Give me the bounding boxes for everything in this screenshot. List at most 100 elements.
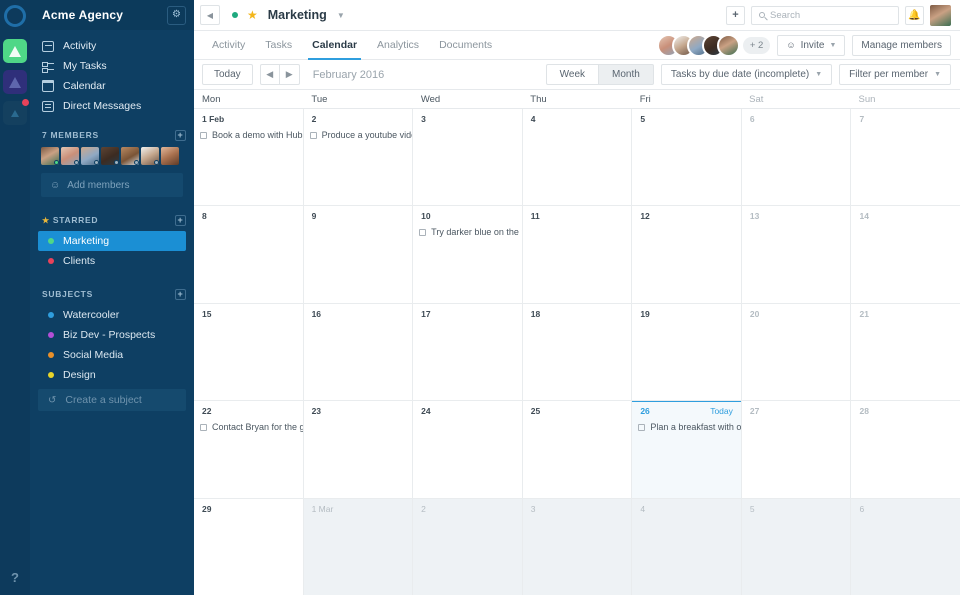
task-checkbox[interactable] [419, 228, 427, 236]
sidebar-item-design[interactable]: Design [38, 365, 186, 385]
tab-tasks[interactable]: Tasks [255, 31, 302, 59]
calendar-day-cell[interactable]: 14 [851, 206, 960, 302]
view-month-button[interactable]: Month [599, 64, 654, 85]
avatar[interactable] [141, 147, 159, 165]
calendar-day-cell[interactable]: 1 Mar [303, 498, 414, 595]
calendar-task-item[interactable]: Contact Bryan for the greetin [194, 422, 303, 432]
workspace-icon-purple[interactable] [3, 70, 27, 94]
calendar-day-cell[interactable]: 18 [523, 303, 633, 401]
avatar[interactable] [930, 4, 951, 26]
calendar-day-cell[interactable]: 11 [523, 206, 633, 303]
prev-month-button[interactable]: ◀ [259, 64, 280, 85]
calendar-day-cell[interactable]: 6 [851, 498, 960, 595]
back-button[interactable]: ◀ [200, 5, 220, 25]
sidebar-item-watercooler[interactable]: Watercooler [38, 305, 186, 325]
tab-calendar[interactable]: Calendar [302, 31, 367, 60]
calendar-day-cell[interactable]: 25 [523, 401, 633, 498]
add-members-button[interactable]: ☺ Add members [41, 173, 183, 197]
avatar[interactable] [101, 147, 119, 165]
member-avatar-stack[interactable]: + 2 [656, 33, 771, 57]
calendar-day-cell[interactable]: 24 [413, 401, 523, 498]
avatar-overflow-count[interactable]: + 2 [742, 36, 771, 54]
task-checkbox[interactable] [638, 423, 646, 431]
task-checkbox[interactable] [309, 131, 317, 139]
task-checkbox[interactable] [200, 131, 207, 139]
calendar-task-item[interactable]: Book a demo with Hubspot [194, 130, 303, 140]
tab-activity[interactable]: Activity [202, 31, 255, 59]
calendar-day-cell[interactable]: 12 [632, 206, 742, 303]
today-button[interactable]: Today [202, 64, 253, 85]
calendar-day-cell[interactable]: 16 [304, 303, 414, 401]
manage-members-button[interactable]: Manage members [852, 34, 951, 56]
help-icon[interactable]: ? [0, 570, 30, 585]
sidebar-item-marketing[interactable]: Marketing [38, 231, 186, 251]
calendar-day-cell[interactable]: 29 [194, 498, 304, 595]
calendar-day-cell[interactable]: 7 [851, 109, 960, 205]
sidebar-item-direct-messages[interactable]: Direct Messages [30, 96, 194, 116]
calendar-task-item[interactable]: Try darker blue on the mobil [413, 227, 522, 237]
sidebar-item-clients[interactable]: Clients [38, 251, 186, 271]
next-month-button[interactable]: ▶ [279, 64, 300, 85]
calendar-day-cell[interactable]: 5 [632, 109, 742, 206]
sidebar-item-my-tasks[interactable]: My Tasks [30, 56, 194, 76]
calendar-day-cell[interactable]: 2 Produce a youtube video for [304, 109, 414, 206]
sidebar-item-social-media[interactable]: Social Media [38, 345, 186, 365]
search-input[interactable]: Search [751, 5, 899, 25]
calendar-day-cell[interactable]: 26 Today Plan a breakfast with our pa [632, 401, 742, 498]
add-starred-plus-icon[interactable]: + [175, 214, 186, 226]
calendar-day-cell[interactable]: 22 Contact Bryan for the greetin [194, 401, 304, 498]
calendar-day-cell[interactable]: 20 [742, 303, 852, 401]
workspace-icon-dark[interactable] [3, 99, 29, 125]
calendar-day-cell[interactable]: 19 [632, 303, 742, 401]
calendar-day-cell[interactable]: 28 [851, 401, 960, 497]
avatar[interactable] [81, 147, 99, 165]
calendar-day-cell[interactable]: 3 [522, 498, 633, 595]
member-filter-dropdown[interactable]: Filter per member ▼ [839, 64, 951, 85]
day-number: 22 [194, 406, 303, 416]
gear-icon[interactable]: ⚙ [167, 5, 186, 25]
sidebar-item-biz-dev-prospects[interactable]: Biz Dev - Prospects [38, 325, 186, 345]
invite-button[interactable]: ☺ Invite ▼ [777, 34, 846, 56]
calendar-day-cell[interactable]: 27 [742, 401, 852, 498]
avatar[interactable] [161, 147, 179, 165]
task-filter-dropdown[interactable]: Tasks by due date (incomplete) ▼ [660, 64, 833, 85]
avatar[interactable] [716, 33, 740, 57]
day-number-label: 17 [421, 308, 431, 319]
calendar-task-item[interactable]: Produce a youtube video for [304, 130, 412, 140]
calendar-day-cell[interactable]: 8 [194, 206, 304, 303]
calendar-day-cell[interactable]: 23 [304, 401, 414, 498]
calendar-task-item[interactable]: Plan a breakfast with our pa [632, 422, 741, 432]
task-checkbox[interactable] [200, 423, 207, 431]
calendar-day-cell[interactable]: 4 [632, 498, 742, 595]
notifications-button[interactable]: 🔔 [905, 5, 924, 25]
add-subject-plus-icon[interactable]: + [175, 288, 186, 300]
day-number-label: 15 [202, 308, 212, 319]
calendar-day-cell[interactable]: 13 [742, 206, 852, 303]
calendar-day-cell[interactable]: 3 [413, 109, 523, 206]
add-member-plus-icon[interactable]: + [175, 129, 186, 141]
calendar-day-cell[interactable]: 10Try darker blue on the mobil [413, 206, 523, 303]
calendar-day-cell[interactable]: 21 [851, 304, 960, 400]
calendar-day-cell[interactable]: 4 [523, 109, 633, 206]
add-button[interactable]: + [726, 5, 745, 25]
tab-analytics[interactable]: Analytics [367, 31, 429, 59]
create-subject-button[interactable]: ↺ Create a subject [38, 389, 186, 411]
tab-documents[interactable]: Documents [429, 31, 502, 59]
calendar-day-cell[interactable]: 15 [194, 303, 304, 401]
sidebar-item-activity[interactable]: Activity [30, 36, 194, 56]
calendar-day-cell[interactable]: 1 Feb Book a demo with Hubspot [194, 109, 304, 206]
calendar-day-cell[interactable]: 17 [413, 303, 523, 401]
calendar-day-cell[interactable]: 2 [413, 498, 523, 595]
view-week-button[interactable]: Week [545, 64, 600, 85]
workspace-icon-green[interactable] [3, 39, 27, 63]
calendar-day-cell[interactable]: 5 [741, 498, 852, 595]
sidebar-item-calendar[interactable]: Calendar [30, 76, 194, 96]
avatar[interactable] [121, 147, 139, 165]
calendar-day-cell[interactable]: 6 [742, 109, 852, 206]
star-icon[interactable]: ★ [247, 8, 258, 22]
app-logo-icon[interactable] [4, 5, 26, 27]
calendar-day-cell[interactable]: 9 [304, 206, 414, 303]
avatar[interactable] [41, 147, 59, 165]
avatar[interactable] [61, 147, 79, 165]
chevron-down-icon[interactable]: ▼ [337, 11, 345, 20]
